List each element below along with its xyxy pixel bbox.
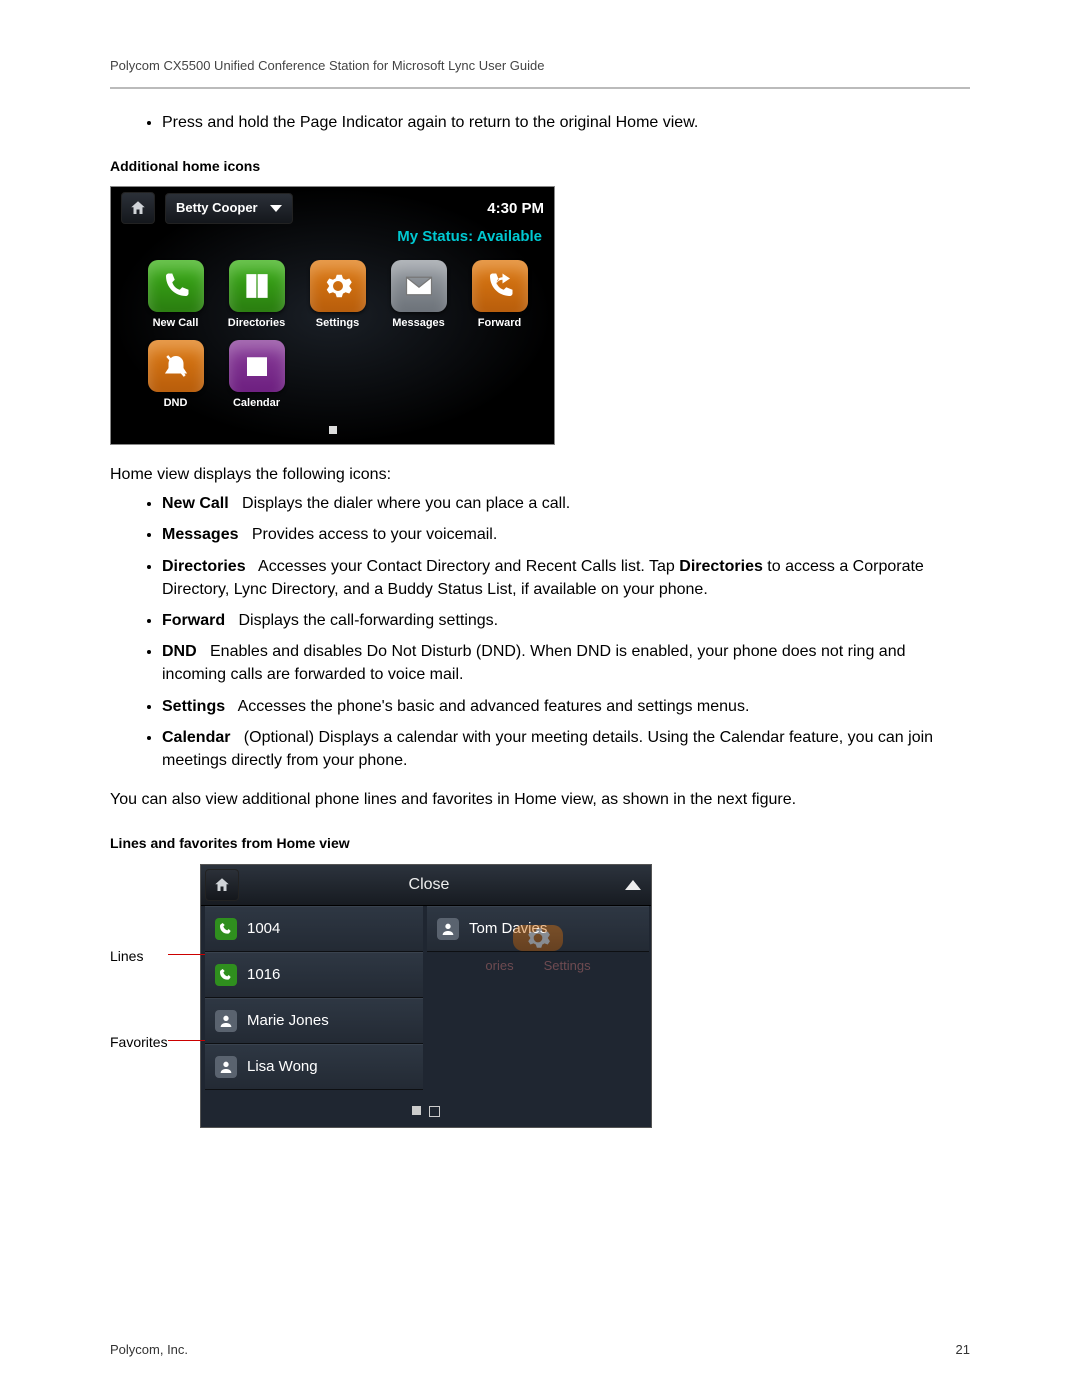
app-label: Forward — [478, 316, 521, 332]
app-messages[interactable]: Messages — [382, 260, 455, 332]
mail-icon — [404, 271, 434, 301]
icon-desc-item: Calendar (Optional) Displays a calendar … — [162, 726, 970, 772]
row-label: Tom Davies — [469, 918, 547, 940]
home-icon — [213, 876, 231, 894]
home-icon — [129, 199, 147, 217]
handset-icon — [215, 918, 237, 940]
app-label: New Call — [153, 316, 199, 332]
footer-page-number: 21 — [956, 1342, 970, 1357]
user-dropdown[interactable]: Betty Cooper — [165, 193, 293, 224]
figure-caption-2: Lines and favorites from Home view — [110, 833, 970, 853]
home-button[interactable] — [205, 869, 239, 901]
app-label: Calendar — [233, 396, 280, 412]
row-label: 1016 — [247, 964, 280, 986]
mail-tile — [391, 260, 447, 312]
icon-desc-item: DND Enables and disables Do Not Disturb … — [162, 640, 970, 686]
row-label: 1004 — [247, 918, 280, 940]
icon-desc-item: Settings Accesses the phone's basic and … — [162, 695, 970, 718]
scroll-up-button[interactable] — [615, 880, 651, 890]
phone-icon — [161, 271, 191, 301]
app-label: DND — [164, 396, 188, 412]
app-label: Directories — [228, 316, 285, 332]
person-icon — [215, 1056, 237, 1078]
line-row[interactable]: 1004 — [205, 906, 423, 952]
clock: 4:30 PM — [487, 198, 544, 220]
chevron-up-icon — [625, 880, 641, 890]
gear-tile — [310, 260, 366, 312]
home-view-intro: Home view displays the following icons: — [110, 463, 970, 486]
status-line: My Status: Available — [111, 224, 554, 254]
page-indicator[interactable] — [201, 1096, 651, 1127]
app-new-call[interactable]: New Call — [139, 260, 212, 332]
figure-caption-1: Additional home icons — [110, 156, 970, 176]
home-button[interactable] — [121, 192, 155, 224]
app-settings[interactable]: Settings — [301, 260, 374, 332]
favorite-row[interactable]: Lisa Wong — [205, 1044, 423, 1090]
favorite-row[interactable]: Marie Jones — [205, 998, 423, 1044]
icon-desc-item: Forward Displays the call-forwarding set… — [162, 609, 970, 632]
row-label: Marie Jones — [247, 1010, 329, 1032]
intro-bullet: Press and hold the Page Indicator again … — [162, 111, 970, 134]
row-label: Lisa Wong — [247, 1056, 318, 1078]
user-name: Betty Cooper — [176, 199, 258, 218]
page-dot — [412, 1106, 421, 1115]
icon-desc-item: Directories Accesses your Contact Direct… — [162, 555, 970, 601]
person-icon — [215, 1010, 237, 1032]
person-icon — [437, 918, 459, 940]
app-label: Messages — [392, 316, 445, 332]
fwd-icon — [485, 271, 515, 301]
book-tile — [229, 260, 285, 312]
phone-tile — [148, 260, 204, 312]
favorite-row[interactable]: Tom Davies — [427, 906, 649, 952]
home-view-screenshot: Betty Cooper 4:30 PM My Status: Availabl… — [110, 186, 555, 445]
line-row[interactable]: 1016 — [205, 952, 423, 998]
cal-icon — [242, 351, 272, 381]
footer-company: Polycom, Inc. — [110, 1342, 188, 1357]
lines-favorites-intro: You can also view additional phone lines… — [110, 788, 970, 811]
chevron-down-icon — [270, 205, 282, 212]
app-forward[interactable]: Forward — [463, 260, 536, 332]
app-calendar[interactable]: Calendar — [220, 340, 293, 412]
cal-tile — [229, 340, 285, 392]
document-header: Polycom CX5500 Unified Conference Statio… — [110, 58, 970, 89]
dnd-tile — [148, 340, 204, 392]
handset-icon — [215, 964, 237, 986]
ghost-label-directories: ories — [485, 957, 513, 976]
page-dot — [429, 1106, 440, 1117]
dnd-icon — [161, 351, 191, 381]
page-indicator[interactable] — [111, 422, 554, 444]
ghost-label-settings: Settings — [544, 957, 591, 976]
icon-desc-item: Messages Provides access to your voicema… — [162, 523, 970, 546]
app-dnd[interactable]: DND — [139, 340, 212, 412]
callout-lines: Lines — [110, 946, 143, 966]
book-icon — [242, 271, 272, 301]
app-label: Settings — [316, 316, 359, 332]
app-directories[interactable]: Directories — [220, 260, 293, 332]
lines-favorites-screenshot: Close 1004 1016 Marie Jones Lisa Wong Tom D… — [200, 864, 652, 1128]
page-dot-active — [329, 426, 337, 434]
close-button[interactable]: Close — [243, 873, 615, 896]
gear-icon — [323, 271, 353, 301]
icon-desc-item: New Call Displays the dialer where you c… — [162, 492, 970, 515]
callout-favorites: Favorites — [110, 1032, 168, 1052]
fwd-tile — [472, 260, 528, 312]
